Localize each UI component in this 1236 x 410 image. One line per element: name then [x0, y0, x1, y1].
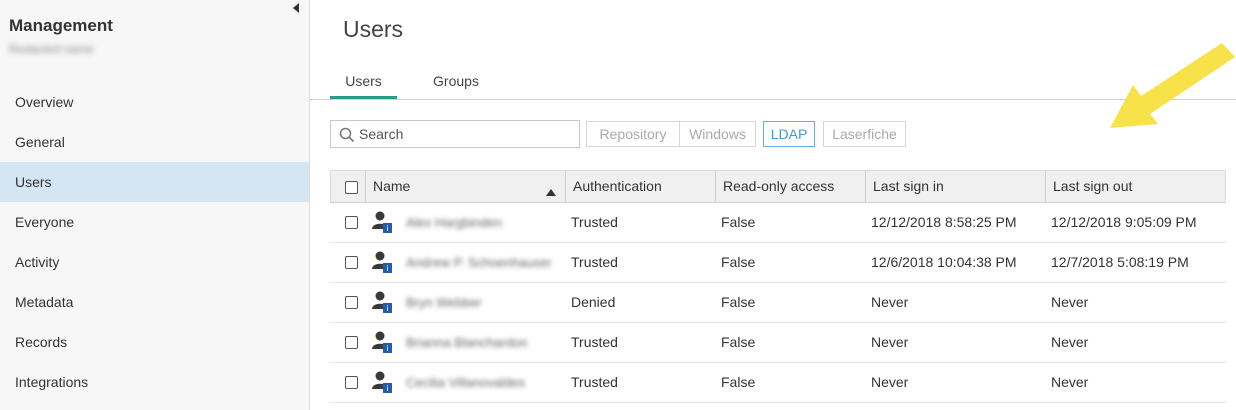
tab-groups[interactable]: Groups — [422, 62, 490, 99]
last-sign-in-cell: Never — [871, 294, 909, 310]
last-sign-out-cell: 12/7/2018 5:08:19 PM — [1051, 254, 1189, 270]
last-sign-out-cell: Never — [1051, 334, 1089, 350]
last-sign-in-cell: Never — [871, 374, 909, 390]
read-only-cell: False — [721, 294, 756, 310]
sidebar-item-records[interactable]: Records — [0, 322, 309, 362]
svg-text:i: i — [386, 264, 388, 273]
user-name[interactable]: Andrew P. Schoenhauser — [406, 243, 552, 282]
row-checkbox[interactable] — [345, 296, 358, 309]
last-sign-out-cell: Never — [1051, 374, 1089, 390]
sort-ascending-icon[interactable] — [546, 183, 556, 201]
svg-text:i: i — [386, 304, 388, 313]
search-box — [330, 120, 580, 148]
sidebar-item-integrations[interactable]: Integrations — [0, 362, 309, 402]
row-checkbox[interactable] — [345, 376, 358, 389]
search-icon — [339, 127, 355, 143]
select-all-checkbox[interactable] — [345, 181, 358, 194]
last-sign-in-cell: 12/12/2018 8:58:25 PM — [871, 214, 1017, 230]
column-label-name: Name — [373, 178, 411, 194]
table-row[interactable]: i Bryn Webber Denied False Never Never — [330, 283, 1226, 323]
user-info-icon: i — [372, 330, 394, 354]
page-title: Users — [343, 16, 404, 42]
table-row[interactable]: i Cecilia Villanovaldes Trusted False Ne… — [330, 363, 1226, 403]
sidebar: Management Redacted name Overview Genera… — [0, 0, 310, 410]
user-name[interactable]: Alex Hargbinden — [406, 203, 502, 242]
user-info-icon: i — [372, 250, 394, 274]
user-info-icon: i — [372, 290, 394, 314]
filter-windows-button[interactable]: Windows — [679, 121, 756, 147]
read-only-cell: False — [721, 334, 756, 350]
last-sign-out-cell: Never — [1051, 294, 1089, 310]
read-only-cell: False — [721, 214, 756, 230]
filter-laserfiche-button[interactable]: Laserfiche — [823, 121, 906, 147]
table-row[interactable]: i Brianna Blanchardon Trusted False Neve… — [330, 323, 1226, 363]
authentication-cell: Denied — [571, 294, 616, 310]
sidebar-item-overview[interactable]: Overview — [0, 82, 309, 122]
main-content: Users Users Groups Repository Windows LD… — [310, 0, 1236, 410]
sidebar-subtitle: Redacted name — [9, 42, 94, 56]
sidebar-nav: Overview General Users Everyone Activity… — [0, 82, 309, 402]
column-header-last-sign-in[interactable]: Last sign in — [865, 171, 1045, 202]
user-info-icon: i — [372, 210, 394, 234]
tab-bar: Users Groups — [310, 62, 1236, 100]
read-only-cell: False — [721, 374, 756, 390]
table-row[interactable]: i Andrew P. Schoenhauser Trusted False 1… — [330, 243, 1226, 283]
sidebar-item-metadata[interactable]: Metadata — [0, 282, 309, 322]
user-name[interactable]: Bryn Webber — [406, 283, 482, 322]
sidebar-item-users[interactable]: Users — [0, 162, 309, 202]
collapse-sidebar-icon[interactable] — [292, 3, 302, 13]
sidebar-item-activity[interactable]: Activity — [0, 242, 309, 282]
user-name[interactable]: Cecilia Villanovaldes — [406, 363, 525, 402]
row-checkbox[interactable] — [345, 256, 358, 269]
filter-repository-button[interactable]: Repository — [586, 121, 680, 147]
sidebar-title: Management — [9, 16, 113, 35]
last-sign-in-cell: Never — [871, 334, 909, 350]
search-input[interactable] — [359, 124, 574, 144]
authentication-cell: Trusted — [571, 334, 618, 350]
last-sign-out-cell: 12/12/2018 9:05:09 PM — [1051, 214, 1197, 230]
svg-text:i: i — [386, 344, 388, 353]
authentication-cell: Trusted — [571, 254, 618, 270]
column-header-last-sign-out[interactable]: Last sign out — [1045, 171, 1225, 202]
filter-ldap-button[interactable]: LDAP — [763, 121, 815, 147]
authentication-cell: Trusted — [571, 374, 618, 390]
svg-text:i: i — [386, 224, 388, 233]
users-table: Name Authentication Read-only access Las… — [330, 170, 1226, 403]
sidebar-item-everyone[interactable]: Everyone — [0, 202, 309, 242]
read-only-cell: False — [721, 254, 756, 270]
row-checkbox[interactable] — [345, 216, 358, 229]
authentication-cell: Trusted — [571, 214, 618, 230]
table-row[interactable]: i Alex Hargbinden Trusted False 12/12/20… — [330, 203, 1226, 243]
column-header-read-only[interactable]: Read-only access — [715, 171, 865, 202]
tab-users[interactable]: Users — [330, 62, 397, 99]
user-name[interactable]: Brianna Blanchardon — [406, 323, 527, 362]
user-info-icon: i — [372, 370, 394, 394]
table-header: Name Authentication Read-only access Las… — [330, 170, 1226, 203]
column-header-authentication[interactable]: Authentication — [565, 171, 715, 202]
last-sign-in-cell: 12/6/2018 10:04:38 PM — [871, 254, 1017, 270]
sidebar-item-general[interactable]: General — [0, 122, 309, 162]
svg-text:i: i — [386, 384, 388, 393]
row-checkbox[interactable] — [345, 336, 358, 349]
column-header-name[interactable]: Name — [365, 171, 570, 202]
